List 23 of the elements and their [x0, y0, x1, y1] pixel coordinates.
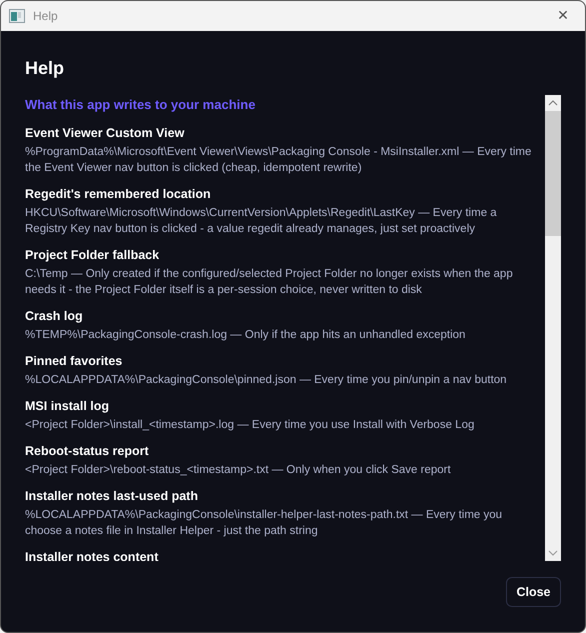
entry-title: Pinned favorites: [25, 353, 122, 369]
entry-description: HKCU\Software\Microsoft\Windows\CurrentVersion\Applets\Regedit\LastKey — Every time a Registry Key nav button is clicked - a value regedit already manages, just set proactively: [25, 206, 498, 237]
entry-title: MSI install log: [25, 398, 110, 414]
close-button[interactable]: Close: [506, 577, 561, 607]
entry-title: Installer notes content: [25, 549, 158, 561]
entry-title: Crash log: [25, 308, 83, 324]
app-icon: [9, 9, 25, 23]
entry-title: Installer notes last-used path: [25, 488, 198, 504]
dialog-heading: Help: [25, 57, 66, 79]
entry-description: %LOCALAPPDATA%\PackagingConsole\pinned.json — Every time you pin/unpin a nav button: [25, 373, 508, 388]
entry-description: %ProgramData%\Microsoft\Event Viewer\Views\Packaging Console - MsiInstaller.xml — Every time the Event Viewer nav button is clicked (cheap, idempotent rewrite): [25, 145, 532, 176]
entry-description: <Project Folder>\install_<timestamp>.log — Every time you use Install with Verbose Log: [25, 418, 476, 433]
entry-title: Project Folder fallback: [25, 247, 160, 263]
entry-description: %LOCALAPPDATA%\PackagingConsole\installer-helper-last-notes-path.txt — Every time you choose a notes file in Installer Helper - just the path string: [25, 508, 504, 539]
window-title: Help: [33, 9, 59, 23]
entry-title: Event Viewer Custom View: [25, 125, 184, 141]
entry-title: Reboot-status report: [25, 443, 149, 459]
entry-description: %TEMP%\PackagingConsole-crash.log — Only if the app hits an unhandled exception: [25, 328, 466, 343]
entry-title: Regedit's remembered location: [25, 186, 211, 202]
scrollbar[interactable]: [545, 95, 561, 561]
entry-description: C:\Temp — Only created if the configured/selected Project Folder no longer exists when the app needs it - the Project Folder itself is a per-session choice, never written to disk: [25, 267, 514, 298]
entry-description: <Project Folder>\reboot-status_<timestamp>.txt — Only when you click Save report: [25, 463, 452, 478]
section-heading: What this app writes to your machine: [25, 97, 256, 113]
